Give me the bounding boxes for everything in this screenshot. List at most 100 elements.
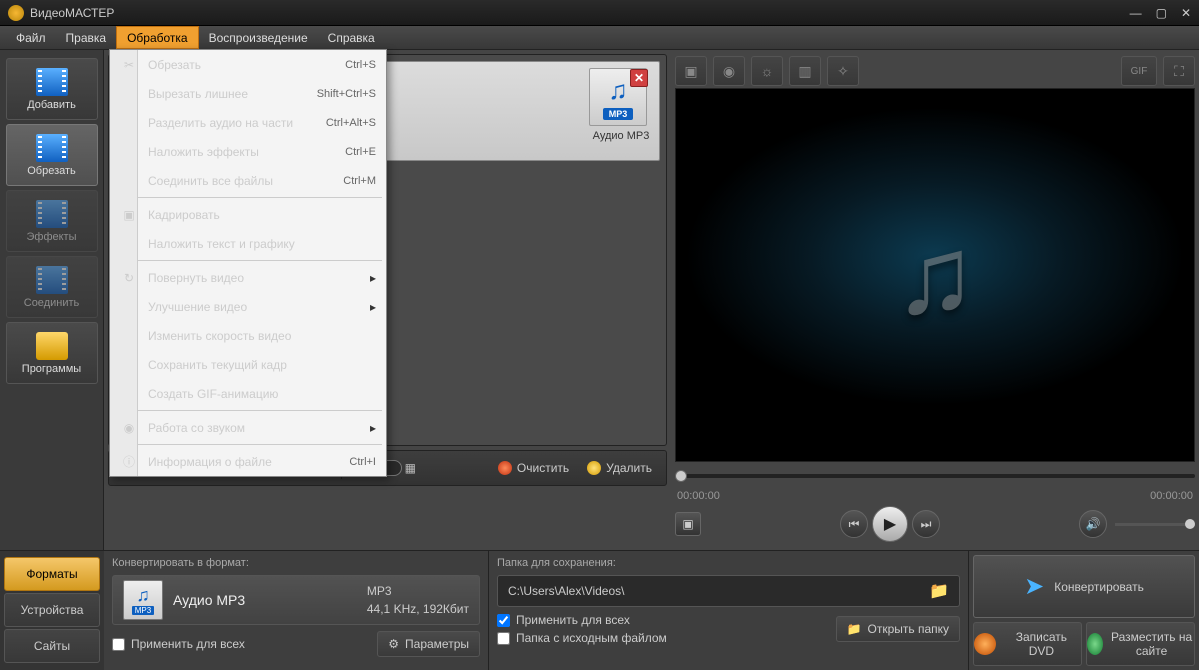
- output-path-input[interactable]: C:\Users\Alex\Videos\ 📁: [497, 575, 960, 607]
- maximize-button[interactable]: ▢: [1156, 6, 1167, 20]
- join-button[interactable]: Соединить: [6, 256, 98, 318]
- snapshot-tool-button[interactable]: ◉: [713, 56, 745, 86]
- delete-icon: [587, 461, 601, 475]
- play-button[interactable]: ▶: [872, 506, 908, 542]
- preview-pane: ▣ ◉ ☼ ▥ ✧ GIF ⛶ ♫ 00:00:00 00:00:00 ▣: [671, 50, 1199, 550]
- menu-item[interactable]: ◉Работа со звуком▸: [110, 413, 386, 442]
- format-tab-1[interactable]: Устройства: [4, 593, 100, 627]
- format-tab-2[interactable]: Сайты: [4, 629, 100, 663]
- grid-view-icon: ▦: [405, 461, 416, 475]
- film-add-icon: [36, 68, 68, 96]
- apply-all-format-checkbox[interactable]: Применить для всех: [112, 637, 245, 651]
- menu-item[interactable]: Вырезать лишнееShift+Ctrl+S: [110, 79, 386, 108]
- menu-item: Наложить эффектыCtrl+E: [110, 137, 386, 166]
- crop-tool-button[interactable]: ▣: [675, 56, 707, 86]
- menu-item-icon: [120, 85, 138, 103]
- mp3-badge: MP3: [603, 108, 634, 120]
- volume-button[interactable]: 🔊: [1079, 510, 1107, 538]
- volume-slider[interactable]: [1115, 523, 1195, 526]
- music-note-icon: ♫: [136, 585, 150, 606]
- minimize-button[interactable]: ―: [1130, 6, 1142, 20]
- menu-item[interactable]: Разделить аудио на частиCtrl+Alt+S: [110, 108, 386, 137]
- brightness-tool-button[interactable]: ☼: [751, 56, 783, 86]
- tool-label: Добавить: [27, 99, 76, 111]
- convert-button[interactable]: ➤ Конвертировать: [973, 555, 1195, 618]
- menu-item[interactable]: ✂ОбрезатьCtrl+S: [110, 50, 386, 79]
- time-total: 00:00:00: [1150, 490, 1193, 502]
- parameters-button[interactable]: ⚙Параметры: [377, 631, 480, 657]
- submenu-arrow-icon: ▸: [370, 271, 376, 285]
- delete-button[interactable]: Удалить: [581, 458, 658, 478]
- trim-button[interactable]: Обрезать: [6, 124, 98, 186]
- burn-dvd-button[interactable]: Записать DVD: [973, 622, 1082, 666]
- next-button[interactable]: ⏭: [912, 510, 940, 538]
- bottom-panel: ФорматыУстройстваСайты Конвертировать в …: [0, 550, 1199, 670]
- same-folder-checkbox[interactable]: Папка с исходным файлом: [497, 631, 667, 645]
- menu-item-icon: [120, 385, 138, 403]
- menu-item: Наложить текст и графику: [110, 229, 386, 258]
- film-cut-icon: [36, 134, 68, 162]
- menu-правка[interactable]: Правка: [56, 26, 117, 49]
- time-current: 00:00:00: [677, 490, 720, 502]
- menu-item-icon: ✂: [120, 56, 138, 74]
- speed-tool-button[interactable]: ✧: [827, 56, 859, 86]
- open-folder-button[interactable]: 📁Открыть папку: [836, 616, 960, 642]
- format-caption: Аудио MP3: [589, 130, 653, 142]
- format-tab-0[interactable]: Форматы: [4, 557, 100, 591]
- menubar: ФайлПравкаОбработкаВоспроизведениеСправк…: [0, 26, 1199, 50]
- menu-item-icon: [120, 356, 138, 374]
- fullscreen-button[interactable]: ⛶: [1163, 56, 1195, 86]
- programs-button[interactable]: Программы: [6, 322, 98, 384]
- close-button[interactable]: ✕: [1181, 6, 1191, 20]
- arrow-right-icon: ➤: [1024, 572, 1044, 601]
- add-button[interactable]: Добавить: [6, 58, 98, 120]
- left-toolbar: Добавить Обрезать Эффекты Соединить Программ…: [0, 50, 104, 550]
- app-title: ВидеоМАСТЕР: [30, 6, 114, 20]
- tool-label: Обрезать: [27, 165, 76, 177]
- processing-menu-dropdown: ✂ОбрезатьCtrl+SВырезать лишнееShift+Ctrl…: [109, 49, 387, 477]
- menu-воспроизведение[interactable]: Воспроизведение: [199, 26, 318, 49]
- file-list-panel: all-is-violent-all-i....mp3 ⚙ Настройки …: [108, 54, 667, 446]
- menu-item-icon: [120, 235, 138, 253]
- titlebar: ВидеоМАСТЕР ― ▢ ✕: [0, 0, 1199, 26]
- preview-toolbar: ▣ ◉ ☼ ▥ ✧ GIF ⛶: [675, 54, 1195, 88]
- menu-item-icon: ↻: [120, 269, 138, 287]
- film-tool-button[interactable]: ▥: [789, 56, 821, 86]
- video-preview-area: ♫: [675, 88, 1195, 462]
- tool-label: Соединить: [24, 297, 80, 309]
- menu-файл[interactable]: Файл: [6, 26, 56, 49]
- capture-frame-button[interactable]: ▣: [675, 512, 701, 536]
- clear-button[interactable]: Очистить: [492, 458, 575, 478]
- folder-panel-title: Папка для сохранения:: [497, 557, 960, 569]
- menu-item-icon: [120, 327, 138, 345]
- menu-обработка[interactable]: Обработка: [116, 26, 199, 49]
- publish-site-button[interactable]: Разместить на сайте: [1086, 622, 1195, 666]
- menu-item: ↻Повернуть видео▸: [110, 263, 386, 292]
- menu-item: Соединить все файлыCtrl+M: [110, 166, 386, 195]
- globe-icon: [1087, 633, 1103, 655]
- seek-slider[interactable]: [675, 474, 1195, 478]
- menu-item: Изменить скорость видео: [110, 321, 386, 350]
- gear-icon: ⚙: [388, 637, 399, 651]
- menu-item-icon: ▣: [120, 206, 138, 224]
- format-selector[interactable]: ♫MP3 Аудио MP3 MP344,1 KHz, 192Кбит: [112, 575, 480, 625]
- remove-file-button[interactable]: ✕: [630, 69, 648, 87]
- format-name: Аудио MP3: [173, 592, 245, 608]
- apply-all-folder-checkbox[interactable]: Применить для всех: [497, 613, 667, 627]
- key-icon: [36, 332, 68, 360]
- prev-button[interactable]: ⏮: [840, 510, 868, 538]
- effects-button[interactable]: Эффекты: [6, 190, 98, 252]
- submenu-arrow-icon: ▸: [370, 421, 376, 435]
- browse-folder-icon[interactable]: 📁: [929, 581, 949, 601]
- format-tabs: ФорматыУстройстваСайты: [0, 551, 104, 670]
- menu-item: Создать GIF-анимацию: [110, 379, 386, 408]
- gif-button[interactable]: GIF: [1121, 56, 1157, 86]
- folder-icon: 📁: [847, 622, 862, 636]
- menu-item[interactable]: ⓘИнформация о файлеCtrl+I: [110, 447, 386, 476]
- tool-label: Эффекты: [26, 231, 76, 243]
- menu-item-icon: ⓘ: [120, 453, 138, 471]
- menu-item-icon: ◉: [120, 419, 138, 437]
- menu-item-icon: [120, 143, 138, 161]
- menu-item-icon: [120, 298, 138, 316]
- menu-справка[interactable]: Справка: [318, 26, 385, 49]
